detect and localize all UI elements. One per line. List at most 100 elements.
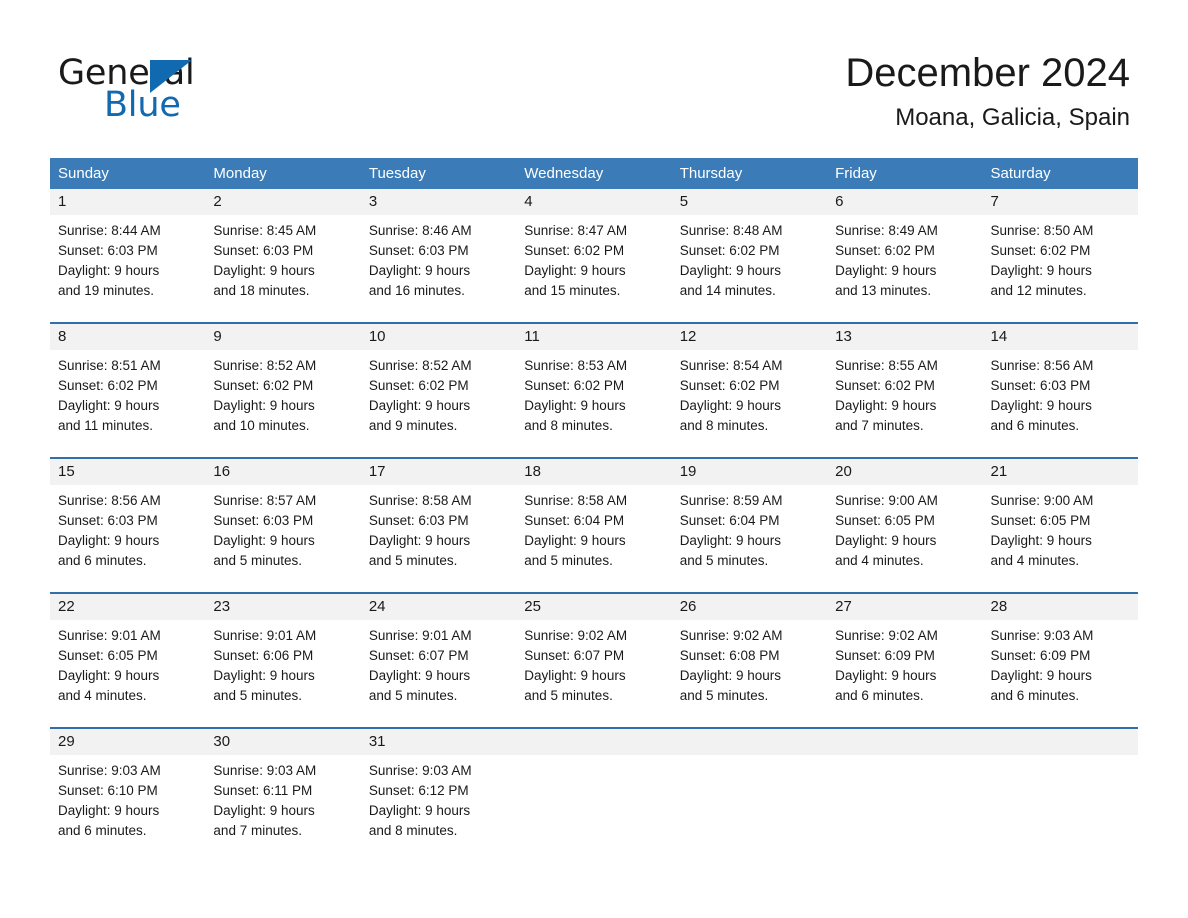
day-cell[interactable]: 11 Sunrise: 8:53 AM Sunset: 6:02 PM Dayl… [516,324,672,457]
daylight-text-line2: and 7 minutes. [213,823,302,838]
sunrise-text: Sunrise: 9:01 AM [368,628,472,643]
sunrise-text: Sunrise: 8:45 AM [213,223,317,238]
day-cell[interactable]: 15 Sunrise: 8:56 AM Sunset: 6:03 PM Dayl… [50,459,206,592]
daylight-text-line2: and 11 minutes. [58,418,154,433]
day-number: 6 [827,189,983,215]
day-cell[interactable]: 29 Sunrise: 9:03 AM Sunset: 6:10 PM Dayl… [50,729,206,862]
day-cell[interactable]: 27 Sunrise: 9:02 AM Sunset: 6:09 PM Dayl… [827,594,983,727]
sunrise-text: Sunrise: 8:44 AM [58,223,161,238]
sunset-text: Sunset: 6:02 PM [679,243,780,258]
daylight-text-line2: and 12 minutes. [990,283,1087,298]
daylight-text-line2: and 5 minutes. [213,553,302,568]
sunrise-text: Sunrise: 8:53 AM [524,358,628,373]
day-cell[interactable]: 3 Sunrise: 8:46 AM Sunset: 6:03 PM Dayli… [360,189,517,322]
daylight-text-line2: and 6 minutes. [990,688,1080,703]
day-cell[interactable]: 6 Sunrise: 8:49 AM Sunset: 6:02 PM Dayli… [827,189,983,322]
daylight-text-line1: Daylight: 9 hours [835,668,937,683]
day-details: Sunrise: 8:53 AM Sunset: 6:02 PM Dayligh… [516,350,671,436]
day-cell[interactable]: 17 Sunrise: 8:58 AM Sunset: 6:03 PM Dayl… [360,459,517,592]
daylight-text-line2: and 8 minutes. [679,418,769,433]
day-cell[interactable]: 4 Sunrise: 8:47 AM Sunset: 6:02 PM Dayli… [516,189,672,322]
sunrise-text: Sunrise: 8:50 AM [990,223,1094,238]
weekday-header-sunday: Sunday [58,165,109,182]
day-cell[interactable]: 14 Sunrise: 8:56 AM Sunset: 6:03 PM Dayl… [982,324,1138,457]
day-cell[interactable]: 22 Sunrise: 9:01 AM Sunset: 6:05 PM Dayl… [50,594,206,727]
sunset-text: Sunset: 6:07 PM [524,648,625,663]
daylight-text-line1: Daylight: 9 hours [213,668,315,683]
weekday-header-friday: Friday [835,165,877,182]
day-cell[interactable]: 25 Sunrise: 9:02 AM Sunset: 6:07 PM Dayl… [516,594,672,727]
daylight-text-line1: Daylight: 9 hours [368,263,471,278]
day-cell[interactable]: 21 Sunrise: 9:00 AM Sunset: 6:05 PM Dayl… [982,459,1138,592]
day-cell[interactable]: 16 Sunrise: 8:57 AM Sunset: 6:03 PM Dayl… [205,459,361,592]
day-details: Sunrise: 9:01 AM Sunset: 6:05 PM Dayligh… [50,620,205,706]
day-cell[interactable]: 18 Sunrise: 8:58 AM Sunset: 6:04 PM Dayl… [516,459,672,592]
day-details: Sunrise: 9:00 AM Sunset: 6:05 PM Dayligh… [983,485,1138,571]
day-details: Sunrise: 9:02 AM Sunset: 6:09 PM Dayligh… [827,620,982,706]
sunset-text: Sunset: 6:09 PM [990,648,1091,663]
day-number: 30 [205,729,361,755]
daylight-text-line1: Daylight: 9 hours [524,668,626,683]
sunset-text: Sunset: 6:02 PM [835,378,935,393]
daylight-text-line2: and 6 minutes. [58,823,147,838]
day-details: Sunrise: 9:03 AM Sunset: 6:12 PM Dayligh… [361,755,516,841]
sunrise-text: Sunrise: 8:47 AM [524,223,628,238]
day-cell[interactable]: 26 Sunrise: 9:02 AM Sunset: 6:08 PM Dayl… [671,594,828,727]
sunrise-text: Sunrise: 8:52 AM [213,358,317,373]
sunset-text: Sunset: 6:02 PM [835,243,935,258]
daylight-text-line1: Daylight: 9 hours [58,398,160,413]
day-cell[interactable]: 7 Sunrise: 8:50 AM Sunset: 6:02 PM Dayli… [982,189,1138,322]
day-cell[interactable]: 2 Sunrise: 8:45 AM Sunset: 6:03 PM Dayli… [205,189,361,322]
week-row: 29 Sunrise: 9:03 AM Sunset: 6:10 PM Dayl… [50,727,1138,862]
daylight-text-line2: and 6 minutes. [835,688,924,703]
day-cell[interactable]: 8 Sunrise: 8:51 AM Sunset: 6:02 PM Dayli… [50,324,206,457]
sunset-text: Sunset: 6:03 PM [58,513,158,528]
sunrise-text: Sunrise: 8:57 AM [213,493,317,508]
day-number: 14 [982,324,1138,350]
daylight-text-line2: and 4 minutes. [58,688,147,703]
day-cell[interactable]: 20 Sunrise: 9:00 AM Sunset: 6:05 PM Dayl… [827,459,983,592]
sunrise-text: Sunrise: 8:48 AM [679,223,783,238]
daylight-text-line1: Daylight: 9 hours [58,263,160,278]
day-number: 28 [982,594,1138,620]
day-cell[interactable]: 5 Sunrise: 8:48 AM Sunset: 6:02 PM Dayli… [671,189,828,322]
sunset-text: Sunset: 6:12 PM [368,783,469,798]
weekday-header-tuesday: Tuesday [368,165,426,182]
sunrise-text: Sunrise: 8:51 AM [58,358,161,373]
day-number: 5 [671,189,828,215]
day-number [982,729,1138,755]
day-cell[interactable]: 30 Sunrise: 9:03 AM Sunset: 6:11 PM Dayl… [205,729,361,862]
daylight-text-line2: and 8 minutes. [368,823,458,838]
day-number: 4 [516,189,672,215]
day-cell[interactable]: 12 Sunrise: 8:54 AM Sunset: 6:02 PM Dayl… [671,324,828,457]
day-cell[interactable]: 31 Sunrise: 9:03 AM Sunset: 6:12 PM Dayl… [360,729,517,862]
day-cell[interactable]: 28 Sunrise: 9:03 AM Sunset: 6:09 PM Dayl… [982,594,1138,727]
sunset-text: Sunset: 6:04 PM [679,513,780,528]
sunset-text: Sunset: 6:03 PM [368,513,469,528]
day-cell[interactable]: 1 Sunrise: 8:44 AM Sunset: 6:03 PM Dayli… [50,189,206,322]
day-cell[interactable]: 24 Sunrise: 9:01 AM Sunset: 6:07 PM Dayl… [360,594,517,727]
daylight-text-line2: and 19 minutes. [58,283,155,298]
day-details: Sunrise: 8:47 AM Sunset: 6:02 PM Dayligh… [516,215,671,301]
day-cell[interactable]: 19 Sunrise: 8:59 AM Sunset: 6:04 PM Dayl… [671,459,828,592]
day-cell[interactable]: 9 Sunrise: 8:52 AM Sunset: 6:02 PM Dayli… [205,324,361,457]
day-details: Sunrise: 8:54 AM Sunset: 6:02 PM Dayligh… [672,350,827,436]
daylight-text-line2: and 4 minutes. [990,553,1080,568]
day-cell[interactable]: 13 Sunrise: 8:55 AM Sunset: 6:02 PM Dayl… [827,324,983,457]
sunrise-text: Sunrise: 8:59 AM [679,493,783,508]
daylight-text-line2: and 10 minutes. [213,418,310,433]
daylight-text-line2: and 5 minutes. [679,553,769,568]
sunset-text: Sunset: 6:02 PM [524,243,625,258]
day-cell[interactable]: 10 Sunrise: 8:52 AM Sunset: 6:02 PM Dayl… [360,324,517,457]
daylight-text-line2: and 8 minutes. [524,418,613,433]
sunset-text: Sunset: 6:04 PM [524,513,625,528]
daylight-text-line1: Daylight: 9 hours [58,533,160,548]
day-cell[interactable]: 23 Sunrise: 9:01 AM Sunset: 6:06 PM Dayl… [205,594,361,727]
daylight-text-line2: and 13 minutes. [835,283,932,298]
day-details: Sunrise: 9:00 AM Sunset: 6:05 PM Dayligh… [827,485,982,571]
sunset-text: Sunset: 6:08 PM [679,648,780,663]
calendar-grid: Sunday Monday Tuesday Wednesday Thursday… [50,158,1138,862]
day-number: 11 [516,324,672,350]
sunrise-text: Sunrise: 8:52 AM [368,358,472,373]
generalblue-logo: General Blue [58,52,358,132]
